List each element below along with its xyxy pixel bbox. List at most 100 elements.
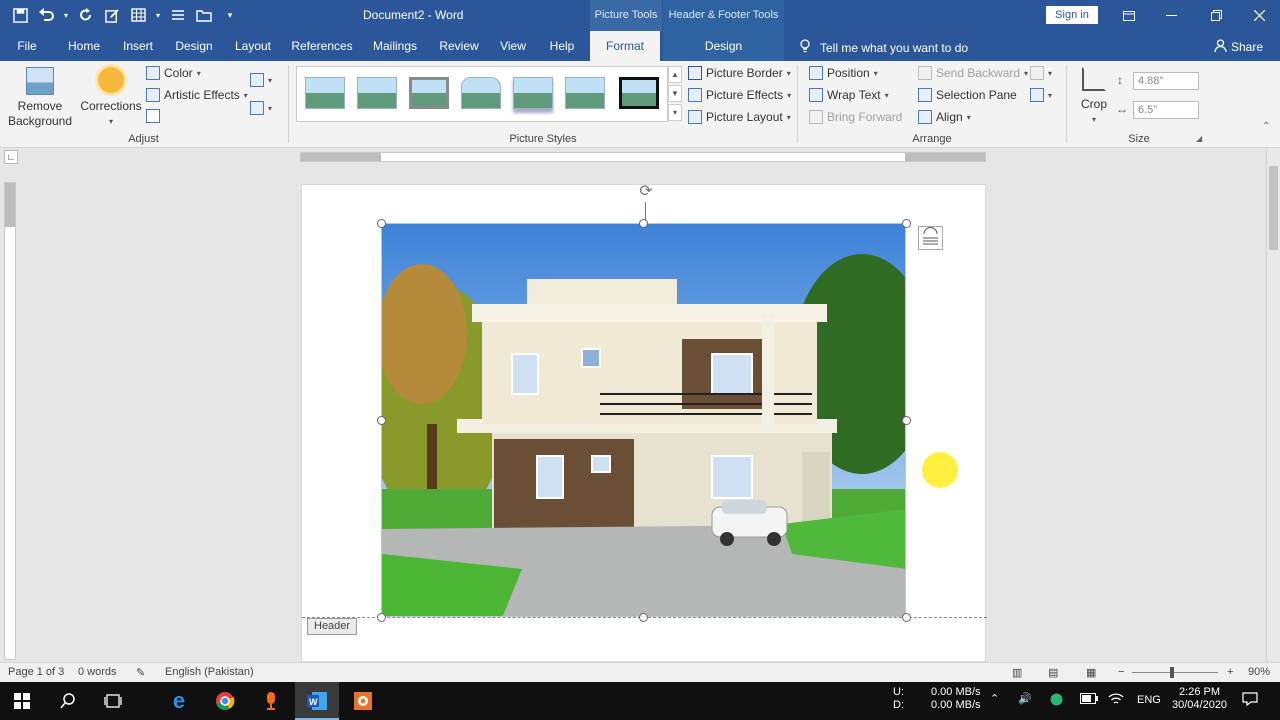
tab-view[interactable]: View <box>494 31 532 61</box>
artistic-effects-button[interactable]: Artistic Effects ▾ <box>146 88 248 102</box>
style-thumb[interactable] <box>409 77 449 109</box>
tab-header-footer-design[interactable]: Design <box>663 31 784 61</box>
wifi-icon[interactable] <box>1108 693 1124 709</box>
shape-height-field[interactable]: 4.88" <box>1133 72 1199 90</box>
task-view-icon[interactable] <box>100 688 126 714</box>
bring-forward-button[interactable]: Bring Forward <box>809 110 902 124</box>
customize-qat-icon[interactable]: ▾ <box>220 5 240 25</box>
shape-width-field[interactable]: 6.5" <box>1133 101 1199 119</box>
tell-me-search[interactable]: Tell me what you want to do <box>800 39 968 56</box>
group-objects-button[interactable]: ▾ <box>1030 66 1052 80</box>
gallery-up-icon[interactable]: ▲ <box>668 66 682 83</box>
house-picture[interactable] <box>381 223 906 617</box>
wrap-text-button[interactable]: Wrap Text ▾ <box>809 88 889 102</box>
picture-border-button[interactable]: Picture Border ▾ <box>688 66 791 80</box>
resize-handle-left[interactable] <box>377 416 386 425</box>
volume-icon[interactable]: 🔊 <box>1018 693 1032 706</box>
zoom-out-icon[interactable]: − <box>1118 666 1124 678</box>
input-language[interactable]: ENG <box>1137 694 1161 707</box>
corrections-button[interactable]: Corrections ▾ <box>80 67 142 129</box>
tab-file[interactable]: File <box>8 31 46 61</box>
sign-in-button[interactable]: Sign in <box>1046 6 1098 24</box>
compress-pictures-button[interactable]: ▾ <box>250 73 272 87</box>
close-icon[interactable] <box>1237 0 1280 31</box>
edit-doc-icon[interactable] <box>102 5 122 25</box>
crop-button[interactable]: Crop ▾ <box>1077 67 1111 127</box>
read-mode-icon[interactable]: ▥ <box>1012 666 1022 679</box>
word-app-icon[interactable]: W <box>304 688 330 714</box>
remove-background-button[interactable]: Remove Background <box>6 67 74 129</box>
tab-home[interactable]: Home <box>60 31 108 61</box>
zoom-level[interactable]: 90% <box>1248 666 1270 678</box>
tab-help[interactable]: Help <box>543 31 581 61</box>
resize-handle-top[interactable] <box>639 219 648 228</box>
screen-recorder-icon[interactable] <box>350 688 376 714</box>
page-count[interactable]: Page 1 of 3 <box>8 666 64 678</box>
chrome-icon[interactable] <box>212 688 238 714</box>
open-folder-icon[interactable] <box>194 5 214 25</box>
align-button[interactable]: Align ▾ <box>918 110 971 124</box>
tab-selector[interactable]: ∟ <box>4 150 18 164</box>
proofing-icon[interactable]: ✎ <box>136 666 145 679</box>
gallery-down-icon[interactable]: ▼ <box>668 85 682 102</box>
battery-icon[interactable] <box>1080 693 1098 708</box>
gallery-more-icon[interactable]: ▾ <box>668 104 682 121</box>
tab-review[interactable]: Review <box>434 31 484 61</box>
tab-layout[interactable]: Layout <box>229 31 277 61</box>
resize-handle-top-right[interactable] <box>902 219 911 228</box>
vertical-scrollbar[interactable] <box>1266 148 1280 662</box>
share-button[interactable]: Share <box>1214 39 1263 55</box>
show-hidden-icons-icon[interactable]: ⌃ <box>990 693 999 706</box>
arrange-collapse-icon[interactable]: ⌃ <box>1262 121 1270 132</box>
style-thumb[interactable] <box>565 77 605 109</box>
web-layout-icon[interactable]: ▦ <box>1086 666 1096 679</box>
windows-start-icon[interactable] <box>9 688 35 714</box>
table-icon[interactable] <box>128 5 148 25</box>
resize-handle-bottom[interactable] <box>639 613 648 622</box>
undo-icon[interactable] <box>36 5 56 25</box>
zoom-slider[interactable] <box>1132 672 1218 673</box>
table-dropdown-icon[interactable]: ▾ <box>154 5 162 25</box>
transparency-button[interactable] <box>146 109 160 123</box>
tab-references[interactable]: References <box>289 31 355 61</box>
recorder-icon[interactable] <box>258 688 284 714</box>
resize-handle-right[interactable] <box>902 416 911 425</box>
picture-layout-button[interactable]: Picture Layout ▾ <box>688 110 791 124</box>
notifications-icon[interactable] <box>1242 692 1258 710</box>
undo-dropdown-icon[interactable]: ▾ <box>62 5 70 25</box>
scrollbar-thumb[interactable] <box>1269 166 1278 250</box>
internet-explorer-icon[interactable]: e <box>166 688 192 714</box>
app-tray-icon[interactable] <box>1050 693 1063 710</box>
position-button[interactable]: Position ▾ <box>809 66 878 80</box>
style-thumb[interactable] <box>305 77 345 109</box>
send-backward-button[interactable]: Send Backward ▾ <box>918 66 1028 80</box>
language-indicator[interactable]: English (Pakistan) <box>165 666 254 678</box>
rotate-handle-icon[interactable]: ⟳ <box>636 182 656 202</box>
list-icon[interactable] <box>168 5 188 25</box>
tab-design[interactable]: Design <box>170 31 218 61</box>
selection-pane-button[interactable]: Selection Pane <box>918 88 1017 102</box>
style-thumb-selected[interactable] <box>619 77 659 109</box>
tab-format[interactable]: Format <box>590 31 660 61</box>
clock[interactable]: 2:26 PM 30/04/2020 <box>1172 686 1227 712</box>
change-picture-button[interactable]: ▾ <box>250 101 272 115</box>
ribbon-display-options-icon[interactable] <box>1107 0 1151 31</box>
horizontal-ruler[interactable] <box>300 152 986 162</box>
resize-handle-bottom-right[interactable] <box>902 613 911 622</box>
style-thumb[interactable] <box>461 77 501 109</box>
zoom-slider-knob[interactable] <box>1170 667 1174 678</box>
save-icon[interactable] <box>10 5 30 25</box>
restore-icon[interactable] <box>1194 0 1238 31</box>
zoom-in-icon[interactable]: + <box>1227 666 1233 678</box>
resize-handle-top-left[interactable] <box>377 219 386 228</box>
picture-effects-button[interactable]: Picture Effects ▾ <box>688 88 791 102</box>
tab-insert[interactable]: Insert <box>117 31 159 61</box>
vertical-ruler[interactable] <box>4 182 16 660</box>
minimize-icon[interactable] <box>1149 0 1193 31</box>
rotate-button[interactable]: ▾ <box>1030 88 1052 102</box>
style-thumb[interactable] <box>513 77 553 109</box>
tab-mailings[interactable]: Mailings <box>367 31 423 61</box>
color-button[interactable]: Color ▾ <box>146 66 201 80</box>
print-layout-icon[interactable]: ▤ <box>1048 666 1058 679</box>
resize-handle-bottom-left[interactable] <box>377 613 386 622</box>
